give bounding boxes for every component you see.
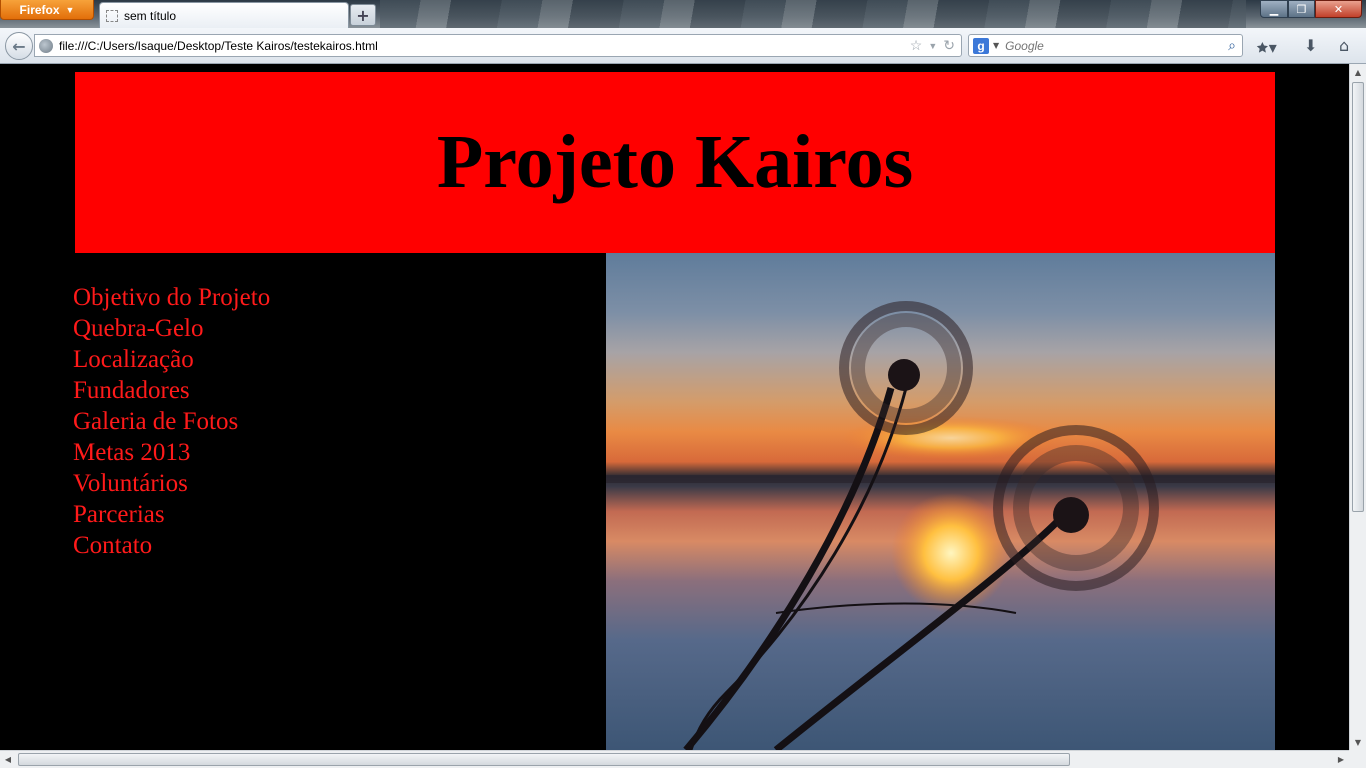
downloads-icon[interactable]: ⬇ [1304, 36, 1317, 55]
chevron-down-icon: ▼ [65, 4, 75, 15]
scroll-right-icon[interactable]: ▶ [1333, 751, 1349, 768]
dandelion-silhouette [606, 301, 1275, 750]
close-window-button[interactable]: ✕ [1315, 0, 1362, 18]
tab-title: sem título [124, 9, 177, 23]
nav-link-objetivo[interactable]: Objetivo do Projeto [73, 282, 270, 313]
page-title: Projeto Kairos [436, 120, 914, 204]
navigation-toolbar: ← file:///C:/Users/Isaque/Desktop/Teste … [0, 28, 1366, 64]
nav-link-contato[interactable]: Contato [73, 530, 270, 561]
page-favicon-icon [106, 10, 118, 22]
firefox-menu-label: Firefox [19, 2, 60, 17]
nav-link-voluntarios[interactable]: Voluntários [73, 468, 270, 499]
scroll-left-icon[interactable]: ◀ [0, 751, 16, 768]
home-icon[interactable]: ⌂ [1339, 36, 1349, 55]
minimize-button[interactable]: ▁ [1260, 0, 1288, 18]
back-button[interactable]: ← [5, 32, 33, 60]
scroll-down-icon[interactable]: ▼ [1350, 734, 1366, 750]
horizontal-scrollbar[interactable]: ◀ ▶ [0, 750, 1349, 768]
engine-chevron-down-icon[interactable]: ▼ [993, 41, 999, 50]
nav-link-quebra-gelo[interactable]: Quebra-Gelo [73, 313, 270, 344]
search-input[interactable] [1003, 37, 1225, 54]
nav-link-galeria[interactable]: Galeria de Fotos [73, 406, 270, 437]
url-text[interactable]: file:///C:/Users/Isaque/Desktop/Teste Ka… [59, 39, 910, 53]
page-viewport: Projeto Kairos Objetivo do Projeto Quebr… [0, 64, 1349, 750]
browser-tab[interactable]: sem título [99, 2, 349, 28]
nav-link-fundadores[interactable]: Fundadores [73, 375, 270, 406]
google-engine-icon[interactable]: g [973, 37, 989, 54]
url-bar-actions: ☆ ▼ ↻ [910, 37, 961, 54]
back-arrow-icon: ← [12, 36, 26, 56]
bookmark-star-icon[interactable]: ☆ [910, 37, 923, 54]
vertical-scrollbar[interactable]: ▲ ▼ [1349, 64, 1366, 750]
search-icon[interactable]: ⌕ [1228, 38, 1242, 54]
nav-link-metas[interactable]: Metas 2013 [73, 437, 270, 468]
firefox-menu-button[interactable]: Firefox ▼ [0, 0, 94, 20]
titlebar-background [380, 0, 1246, 28]
nav-link-localizacao[interactable]: Localização [73, 344, 270, 375]
nav-link-parcerias[interactable]: Parcerias [73, 499, 270, 530]
maximize-button[interactable]: ❐ [1288, 0, 1315, 18]
site-navigation: Objetivo do Projeto Quebra-Gelo Localiza… [73, 282, 270, 561]
reload-icon[interactable]: ↻ [943, 37, 955, 54]
bookmarks-menu-icon[interactable]: 🟊▾ [1256, 36, 1277, 60]
scroll-up-icon[interactable]: ▲ [1350, 64, 1366, 80]
window-titlebar: Firefox ▼ sem título + ▁ ❐ ✕ [0, 0, 1366, 28]
dandelion-sunset-photo [606, 253, 1275, 750]
scrollbar-corner [1349, 750, 1366, 768]
address-bar[interactable]: file:///C:/Users/Isaque/Desktop/Teste Ka… [34, 34, 962, 57]
new-tab-button[interactable]: + [350, 4, 376, 26]
search-bar[interactable]: g ▼ ⌕ [968, 34, 1243, 57]
horizontal-scroll-thumb[interactable] [18, 753, 1070, 766]
history-dropdown-icon[interactable]: ▼ [928, 41, 937, 51]
vertical-scroll-thumb[interactable] [1352, 82, 1364, 512]
globe-icon [39, 38, 53, 53]
header-banner: Projeto Kairos [75, 72, 1275, 253]
